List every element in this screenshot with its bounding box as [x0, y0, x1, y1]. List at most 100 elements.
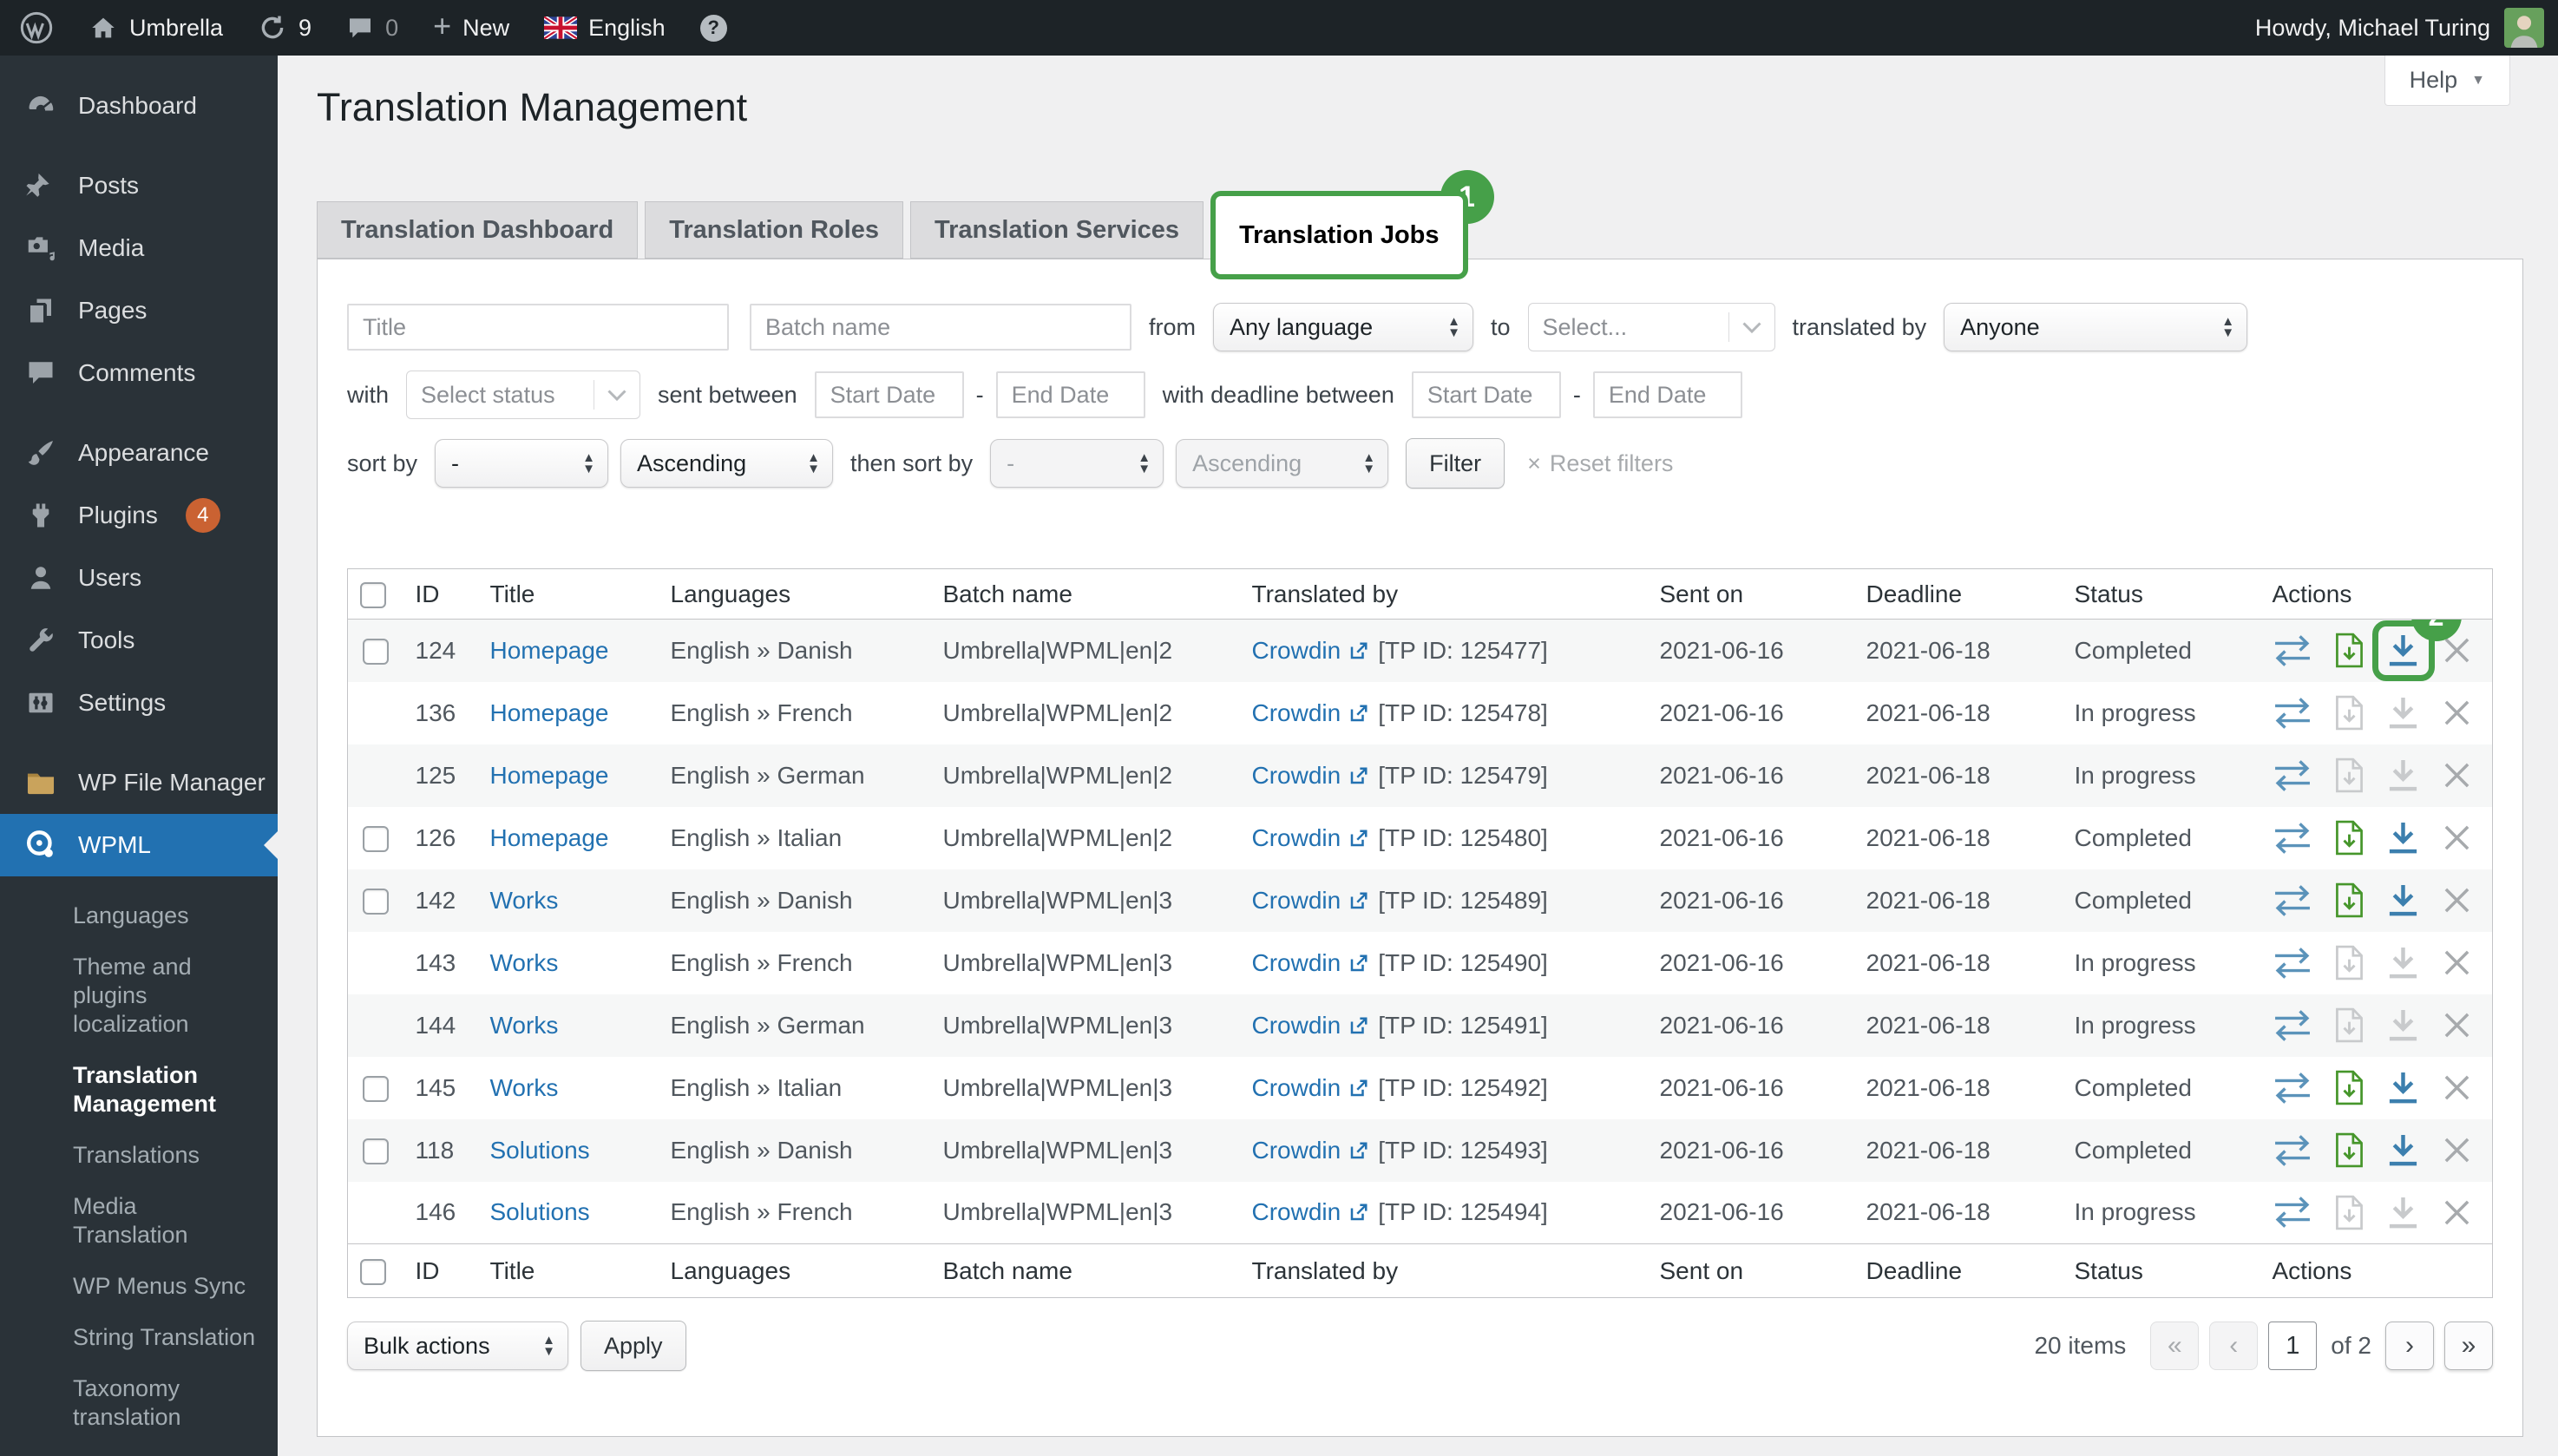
job-title-link[interactable]: Works [490, 1012, 559, 1039]
download-translation-icon[interactable] [2386, 1070, 2420, 1105]
submenu-item-translation-management[interactable]: Translation Management [0, 1050, 278, 1130]
cancel-job-icon[interactable] [2443, 761, 2471, 790]
help-circle-icon[interactable]: ? [700, 15, 727, 42]
job-title-link[interactable]: Solutions [490, 1198, 590, 1225]
sidebar-item-plugins[interactable]: Plugins4 [0, 484, 278, 547]
howdy-text[interactable]: Howdy, Michael Turing [2255, 15, 2490, 42]
language-switcher[interactable]: English [544, 15, 666, 42]
download-xliff-icon[interactable] [2335, 1070, 2364, 1105]
status-select[interactable]: Select status [406, 371, 640, 419]
new-content-button[interactable]: + New [433, 14, 509, 42]
job-title-link[interactable]: Works [490, 949, 559, 976]
translator-link[interactable]: Crowdin [1252, 1137, 1372, 1164]
download-xliff-icon[interactable] [2335, 633, 2364, 668]
tab-translation-dashboard[interactable]: Translation Dashboard [317, 201, 638, 259]
comments-indicator[interactable]: 0 [346, 14, 398, 42]
row-checkbox[interactable] [363, 889, 389, 915]
sidebar-item-dashboard[interactable]: Dashboard [0, 75, 278, 137]
wordpress-logo-icon[interactable] [19, 10, 54, 45]
sidebar-item-appearance[interactable]: Appearance [0, 422, 278, 484]
download-xliff-icon[interactable] [2335, 1007, 2364, 1043]
sync-job-icon[interactable] [2273, 634, 2312, 667]
help-button[interactable]: Help ▼ [2384, 56, 2510, 106]
download-xliff-icon[interactable] [2335, 1195, 2364, 1230]
submenu-item-packages[interactable]: Packages [0, 1443, 278, 1456]
cancel-job-icon[interactable] [2443, 1073, 2471, 1102]
row-checkbox[interactable] [363, 826, 389, 852]
row-checkbox[interactable] [363, 1076, 389, 1102]
job-title-link[interactable]: Solutions [490, 1137, 590, 1164]
sync-job-icon[interactable] [2273, 884, 2312, 917]
cancel-job-icon[interactable] [2443, 1011, 2471, 1040]
cancel-job-icon[interactable] [2443, 1198, 2471, 1227]
sync-job-icon[interactable] [2273, 947, 2312, 980]
download-translation-icon[interactable] [2386, 1007, 2420, 1043]
sidebar-item-wp-file-manager[interactable]: WP File Manager [0, 751, 278, 814]
submenu-item-media-translation[interactable]: Media Translation [0, 1181, 278, 1261]
sync-job-icon[interactable] [2273, 1009, 2312, 1042]
sidebar-item-posts[interactable]: Posts [0, 154, 278, 217]
first-page-button[interactable]: « [2150, 1322, 2199, 1370]
download-translation-icon[interactable] [2386, 820, 2420, 856]
download-translation-icon[interactable] [2386, 695, 2420, 731]
translator-link[interactable]: Crowdin [1252, 1012, 1372, 1039]
title-filter-input[interactable] [347, 304, 729, 351]
translator-link[interactable]: Crowdin [1252, 1074, 1372, 1101]
sidebar-item-comments[interactable]: Comments [0, 342, 278, 404]
cancel-job-icon[interactable] [2443, 948, 2471, 977]
submenu-item-wp-menus-sync[interactable]: WP Menus Sync [0, 1261, 278, 1312]
job-title-link[interactable]: Works [490, 887, 559, 914]
translator-link[interactable]: Crowdin [1252, 762, 1372, 789]
apply-button[interactable]: Apply [580, 1321, 686, 1371]
tab-translation-services[interactable]: Translation Services [910, 201, 1204, 259]
translator-link[interactable]: Crowdin [1252, 637, 1372, 664]
translator-link[interactable]: Crowdin [1252, 887, 1372, 914]
translator-link[interactable]: Crowdin [1252, 824, 1372, 851]
download-translation-icon[interactable]: 2 [2386, 633, 2420, 668]
submenu-item-taxonomy-translation[interactable]: Taxonomy translation [0, 1363, 278, 1443]
job-title-link[interactable]: Homepage [490, 637, 609, 664]
sync-job-icon[interactable] [2273, 759, 2312, 792]
download-translation-icon[interactable] [2386, 945, 2420, 981]
select-all-checkbox[interactable] [360, 582, 386, 608]
tab-translation-jobs[interactable]: Translation Jobs [1210, 191, 1467, 279]
download-translation-icon[interactable] [2386, 758, 2420, 793]
sidebar-item-pages[interactable]: Pages [0, 279, 278, 342]
submenu-item-string-translation[interactable]: String Translation [0, 1312, 278, 1363]
download-xliff-icon[interactable] [2335, 758, 2364, 793]
site-name-link[interactable]: Umbrella [89, 13, 223, 43]
sync-job-icon[interactable] [2273, 1134, 2312, 1167]
submenu-item-languages[interactable]: Languages [0, 890, 278, 941]
cancel-job-icon[interactable] [2443, 1136, 2471, 1164]
download-translation-icon[interactable] [2386, 882, 2420, 918]
sidebar-item-wpml[interactable]: WPML [0, 814, 278, 876]
to-language-select[interactable]: Select... [1528, 303, 1775, 351]
current-page-input[interactable]: 1 [2268, 1322, 2317, 1370]
from-language-select[interactable]: Any language ▲▼ [1213, 303, 1473, 351]
translator-link[interactable]: Crowdin [1252, 949, 1372, 976]
sync-job-icon[interactable] [2273, 822, 2312, 855]
download-xliff-icon[interactable] [2335, 1132, 2364, 1168]
sidebar-item-media[interactable]: Media [0, 217, 278, 279]
last-page-button[interactable]: » [2444, 1322, 2493, 1370]
second-sort-order-select[interactable]: Ascending ▲▼ [1176, 439, 1388, 488]
download-xliff-icon[interactable] [2335, 695, 2364, 731]
sent-start-date-input[interactable] [815, 371, 964, 418]
select-all-checkbox[interactable] [360, 1259, 386, 1285]
download-xliff-icon[interactable] [2335, 882, 2364, 918]
sent-end-date-input[interactable] [996, 371, 1145, 418]
row-checkbox[interactable] [363, 639, 389, 665]
user-avatar[interactable] [2504, 8, 2544, 48]
sort-order-select[interactable]: Ascending ▲▼ [620, 439, 833, 488]
updates-indicator[interactable]: 9 [258, 13, 312, 43]
sort-field-select[interactable]: - ▲▼ [435, 439, 608, 488]
job-title-link[interactable]: Homepage [490, 699, 609, 726]
sync-job-icon[interactable] [2273, 1072, 2312, 1105]
deadline-start-date-input[interactable] [1412, 371, 1561, 418]
translator-link[interactable]: Crowdin [1252, 699, 1372, 726]
batch-name-filter-input[interactable] [750, 304, 1131, 351]
job-title-link[interactable]: Works [490, 1074, 559, 1101]
sidebar-item-settings[interactable]: Settings [0, 672, 278, 734]
sidebar-item-users[interactable]: Users [0, 547, 278, 609]
download-translation-icon[interactable] [2386, 1132, 2420, 1168]
